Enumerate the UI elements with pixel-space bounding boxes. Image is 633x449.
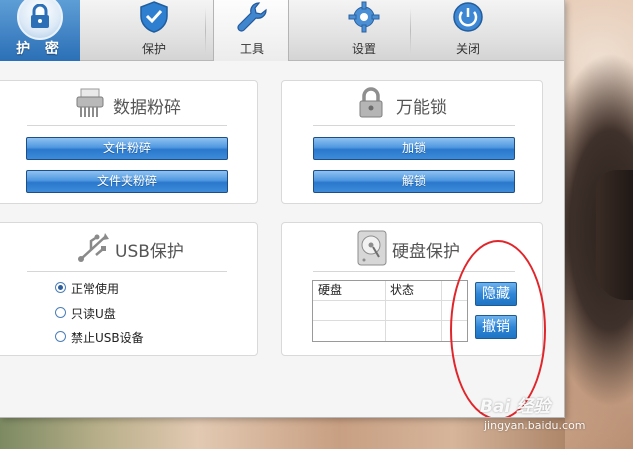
radio-button[interactable]	[55, 331, 66, 342]
usb-option-label: 只读U盘	[71, 307, 116, 321]
file-shred-button[interactable]: 文件粉碎	[26, 137, 228, 160]
tab-protect[interactable]: 保护	[116, 0, 192, 61]
folder-shred-button[interactable]: 文件夹粉碎	[26, 170, 228, 193]
usb-option-label: 禁止USB设备	[71, 331, 144, 345]
revoke-button[interactable]: 撤销	[475, 315, 517, 339]
app-window: 护 密 保护 工具 设置 关闭 数据粉碎 文件粉碎 文件夹粉碎 万能锁 加锁 解…	[0, 0, 565, 418]
logo-badge	[17, 0, 63, 40]
toolbar-divider	[410, 8, 411, 54]
tab-close[interactable]: 关闭	[430, 0, 506, 61]
shredder-panel: 数据粉碎 文件粉碎 文件夹粉碎	[0, 80, 258, 204]
background-photo-hair	[596, 170, 633, 300]
toolbar: 护 密 保护 工具 设置 关闭	[0, 0, 564, 61]
table-row-divider	[313, 300, 467, 301]
table-column-divider	[385, 281, 386, 341]
shield-icon	[140, 1, 168, 33]
power-icon	[453, 2, 483, 32]
panel-divider	[313, 271, 515, 272]
shredder-icon	[76, 88, 104, 117]
tab-close-label: 关闭	[455, 42, 480, 56]
gear-icon	[348, 1, 380, 33]
radio-button[interactable]	[55, 307, 66, 318]
table-column-divider	[441, 281, 442, 341]
panel-divider	[313, 125, 515, 126]
disk-panel: 硬盘保护 硬盘 状态 隐藏 撤销	[281, 222, 543, 356]
watermark-url: jingyan.baidu.com	[484, 419, 586, 432]
wrench-icon	[237, 2, 267, 32]
tab-tools[interactable]: 工具	[213, 0, 289, 61]
panel-divider	[27, 271, 227, 272]
background-photo-strip	[0, 418, 565, 449]
usb-icon	[78, 233, 109, 262]
radio-button-checked[interactable]	[55, 282, 66, 293]
tab-tools-label: 工具	[239, 42, 264, 56]
master-lock-panel: 万能锁 加锁 解锁	[281, 80, 543, 204]
tab-settings-label: 设置	[351, 42, 376, 56]
table-row-divider	[313, 320, 467, 321]
disk-title: 硬盘保护	[392, 242, 460, 262]
usb-option-label: 正常使用	[71, 282, 120, 296]
logo-text: 护 密	[16, 41, 64, 57]
usb-title: USB保护	[115, 242, 184, 262]
disk-table: 硬盘 状态	[312, 280, 468, 342]
padlock-icon	[359, 87, 383, 118]
app-logo: 护 密	[0, 0, 80, 61]
hide-button[interactable]: 隐藏	[475, 282, 517, 306]
unlock-button[interactable]: 解锁	[313, 170, 515, 193]
column-header-status: 状态	[390, 283, 415, 297]
column-header-disk: 硬盘	[318, 283, 343, 297]
hard-disk-icon	[357, 230, 387, 266]
panel-divider	[27, 125, 227, 126]
tab-settings[interactable]: 设置	[326, 0, 402, 61]
tab-protect-label: 保护	[141, 42, 166, 56]
lock-button[interactable]: 加锁	[313, 137, 515, 160]
shredder-title: 数据粉碎	[113, 98, 181, 118]
logo-lock-icon	[31, 4, 49, 28]
watermark-logo: Bai 经验	[480, 397, 551, 417]
toolbar-divider	[205, 8, 206, 54]
master-lock-title: 万能锁	[396, 98, 447, 118]
usb-panel: USB保护 正常使用 只读U盘 禁止USB设备	[0, 222, 258, 356]
